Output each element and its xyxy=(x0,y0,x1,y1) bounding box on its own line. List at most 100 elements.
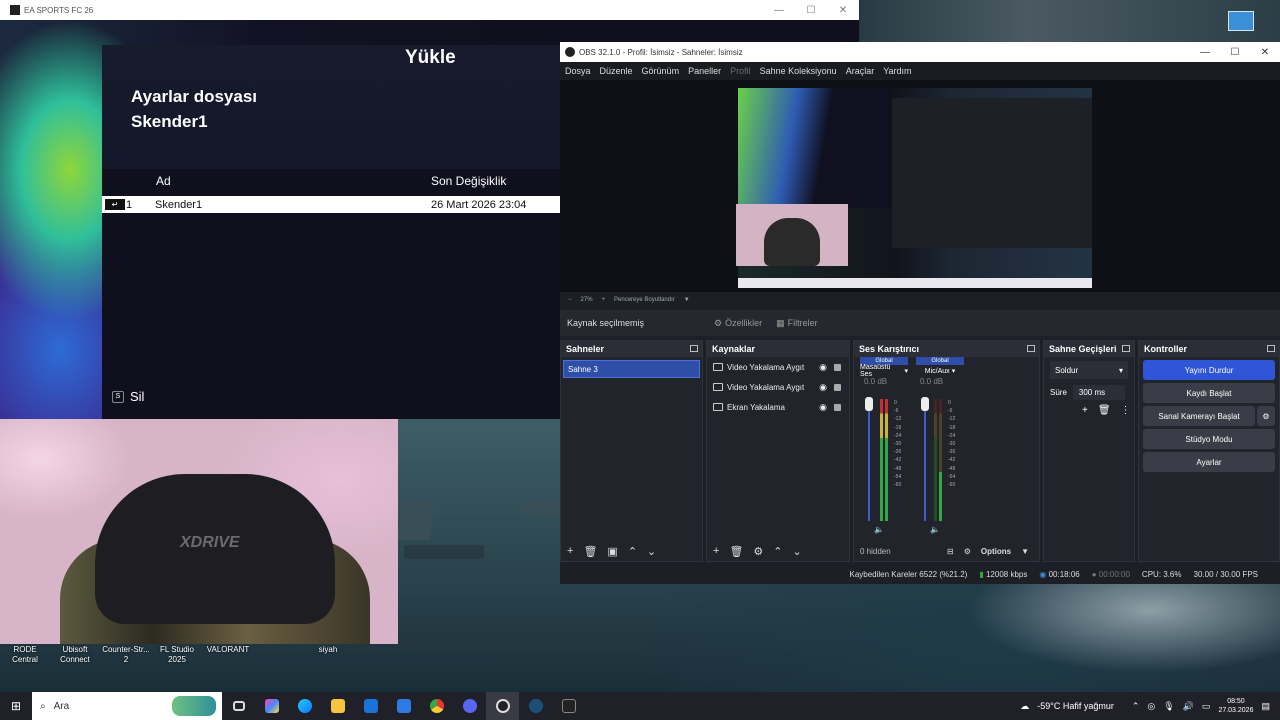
security-icon[interactable]: ◎ xyxy=(1147,701,1155,712)
minimize-icon[interactable]: — xyxy=(1190,42,1220,62)
arrow-up-icon[interactable]: ⌃ xyxy=(628,545,637,558)
lock-icon[interactable] xyxy=(834,403,841,411)
microphone-icon[interactable]: 🎙 xyxy=(1163,701,1174,712)
advanced-audio-icon[interactable]: ⚙ xyxy=(964,547,971,556)
discord-icon[interactable] xyxy=(453,692,486,720)
close-icon[interactable]: ✕ xyxy=(1250,42,1280,62)
filter-icon[interactable]: ▣ xyxy=(607,545,617,558)
close-icon[interactable]: ✕ xyxy=(827,0,859,20)
menu-araclar[interactable]: Araçlar xyxy=(846,66,875,76)
properties-button[interactable]: ⚙ Özellikler xyxy=(714,318,762,329)
trash-icon[interactable]: 🗑 xyxy=(1098,405,1111,416)
arrow-up-icon[interactable]: ⌃ xyxy=(773,545,782,558)
obs-taskbar-icon[interactable] xyxy=(486,692,519,720)
eye-icon[interactable]: ◉ xyxy=(819,362,827,373)
lock-icon[interactable] xyxy=(834,363,841,371)
studio-mode-button[interactable]: Stüdyo Modu xyxy=(1143,429,1275,449)
filters-button[interactable]: ▦ Filtreler xyxy=(776,318,818,329)
menu-dosya[interactable]: Dosya xyxy=(565,66,591,76)
network-icon[interactable]: ▭ xyxy=(1202,701,1211,712)
lock-icon[interactable] xyxy=(834,383,841,391)
fc-titlebar[interactable]: EA SPORTS FC 26 — ☐ ✕ xyxy=(0,0,859,20)
source-item[interactable]: Video Yakalama Aygıt ◉ xyxy=(707,357,849,377)
weather-text[interactable]: -59°C Hafif yağmur xyxy=(1037,701,1114,711)
search-input[interactable]: ⌕ Ara xyxy=(32,692,222,720)
volume-knob[interactable] xyxy=(865,397,873,411)
task-view-icon[interactable] xyxy=(222,692,255,720)
notification-icon[interactable]: ▤ xyxy=(1261,701,1270,712)
source-item[interactable]: Ekran Yakalama ◉ xyxy=(707,397,849,417)
zoom-out-icon[interactable]: − xyxy=(568,297,572,303)
clock[interactable]: 08:50 27.03.2026 xyxy=(1218,697,1253,715)
popout-icon[interactable] xyxy=(1122,345,1130,352)
maximize-icon[interactable]: ☐ xyxy=(795,0,827,20)
desktop-shortcut-counterstrike[interactable]: Counter-Str... 2 xyxy=(100,645,152,665)
obs-preview[interactable] xyxy=(560,80,1280,292)
maximize-icon[interactable]: ☐ xyxy=(1220,42,1250,62)
source-item[interactable]: Video Yakalama Aygıt ◉ xyxy=(707,377,849,397)
more-icon[interactable]: ⋮ xyxy=(1121,405,1131,416)
minimize-icon[interactable]: — xyxy=(763,0,795,20)
edge-icon[interactable] xyxy=(288,692,321,720)
arrow-down-icon[interactable]: ⌄ xyxy=(793,545,802,558)
scene-item[interactable]: Sahne 3 xyxy=(563,360,700,378)
zoom-in-icon[interactable]: + xyxy=(602,297,606,303)
desktop-shortcut-flstudio[interactable]: FL Studio 2025 xyxy=(155,645,199,665)
volume-icon[interactable]: 🔊 xyxy=(1183,701,1194,712)
table-row[interactable]: ↵ 1 Skender1 26 Mart 2026 23:04 xyxy=(102,196,560,213)
add-icon[interactable]: + xyxy=(567,545,573,557)
volume-slider[interactable] xyxy=(868,399,870,521)
add-icon[interactable]: + xyxy=(1082,405,1088,416)
desktop-shortcut-siyah[interactable]: siyah xyxy=(305,645,351,655)
menu-profil[interactable]: Profil xyxy=(730,66,751,76)
volume-slider[interactable] xyxy=(924,399,926,521)
channel-name[interactable]: Mic/Aux ▾ xyxy=(916,365,964,377)
menu-sahne-koleksiyonu[interactable]: Sahne Koleksiyonu xyxy=(760,66,837,76)
transition-select[interactable]: Soldur ▾ xyxy=(1050,361,1128,379)
popout-icon[interactable] xyxy=(1267,345,1275,352)
duration-input[interactable]: 300 ms xyxy=(1072,384,1125,400)
volume-knob[interactable] xyxy=(921,397,929,411)
steam-icon[interactable] xyxy=(519,692,552,720)
arrow-down-icon[interactable]: ⌄ xyxy=(647,545,656,558)
popout-icon[interactable] xyxy=(690,345,698,352)
file-explorer-icon[interactable] xyxy=(321,692,354,720)
mixer-hidden-count[interactable]: 0 hidden xyxy=(860,547,891,556)
delete-action[interactable]: S Sil xyxy=(112,389,144,404)
fc26-taskbar-icon[interactable] xyxy=(552,692,585,720)
channel-name[interactable]: Masaüstü Ses ▾ xyxy=(860,364,908,378)
eye-icon[interactable]: ◉ xyxy=(819,402,827,413)
trash-icon[interactable]: 🗑 xyxy=(583,545,597,558)
menu-duzenle[interactable]: Düzenle xyxy=(600,66,633,76)
chrome-icon[interactable] xyxy=(420,692,453,720)
stop-stream-button[interactable]: Yayını Durdur xyxy=(1143,360,1275,380)
chevron-down-icon[interactable]: ▼ xyxy=(684,297,690,303)
trash-icon[interactable]: 🗑 xyxy=(729,545,743,558)
chevron-down-icon[interactable]: ▼ xyxy=(1021,547,1029,556)
mixer-options-button[interactable]: Options xyxy=(981,547,1011,556)
eye-icon[interactable]: ◉ xyxy=(819,382,827,393)
start-recording-button[interactable]: Kaydı Başlat xyxy=(1143,383,1275,403)
gear-icon[interactable]: ⚙ xyxy=(1257,406,1275,426)
desktop-shortcut-rode[interactable]: RODE Central xyxy=(0,645,50,665)
store-icon[interactable] xyxy=(387,692,420,720)
collapse-icon[interactable]: ⊟ xyxy=(947,547,954,556)
add-icon[interactable]: + xyxy=(713,545,719,557)
desktop-shortcut-ubisoft[interactable]: Ubisoft Connect xyxy=(54,645,96,665)
menu-paneller[interactable]: Paneller xyxy=(688,66,721,76)
weather-icon[interactable]: ☁ xyxy=(1020,701,1029,712)
desktop-shortcut-valorant[interactable]: VALORANT xyxy=(203,645,253,655)
menu-gorunum[interactable]: Görünüm xyxy=(642,66,680,76)
desktop-app-icon[interactable] xyxy=(1228,11,1254,31)
obs-titlebar[interactable]: OBS 32.1.0 - Profil: İsimsiz - Sahneler:… xyxy=(560,42,1280,62)
speaker-icon[interactable]: 🔈 xyxy=(874,525,884,534)
windows-start-icon[interactable]: ⊞ xyxy=(0,692,32,720)
chevron-up-icon[interactable]: ⌃ xyxy=(1132,701,1140,712)
zoom-mode[interactable]: Pencereye Boyutlandır xyxy=(614,297,675,303)
copilot-icon[interactable] xyxy=(255,692,288,720)
speaker-icon[interactable]: 🔈 xyxy=(930,525,940,534)
start-virtual-camera-button[interactable]: Sanal Kamerayı Başlat xyxy=(1143,406,1255,426)
menu-yardim[interactable]: Yardım xyxy=(883,66,911,76)
settings-button[interactable]: Ayarlar xyxy=(1143,452,1275,472)
gear-icon[interactable]: ⚙ xyxy=(753,545,763,558)
